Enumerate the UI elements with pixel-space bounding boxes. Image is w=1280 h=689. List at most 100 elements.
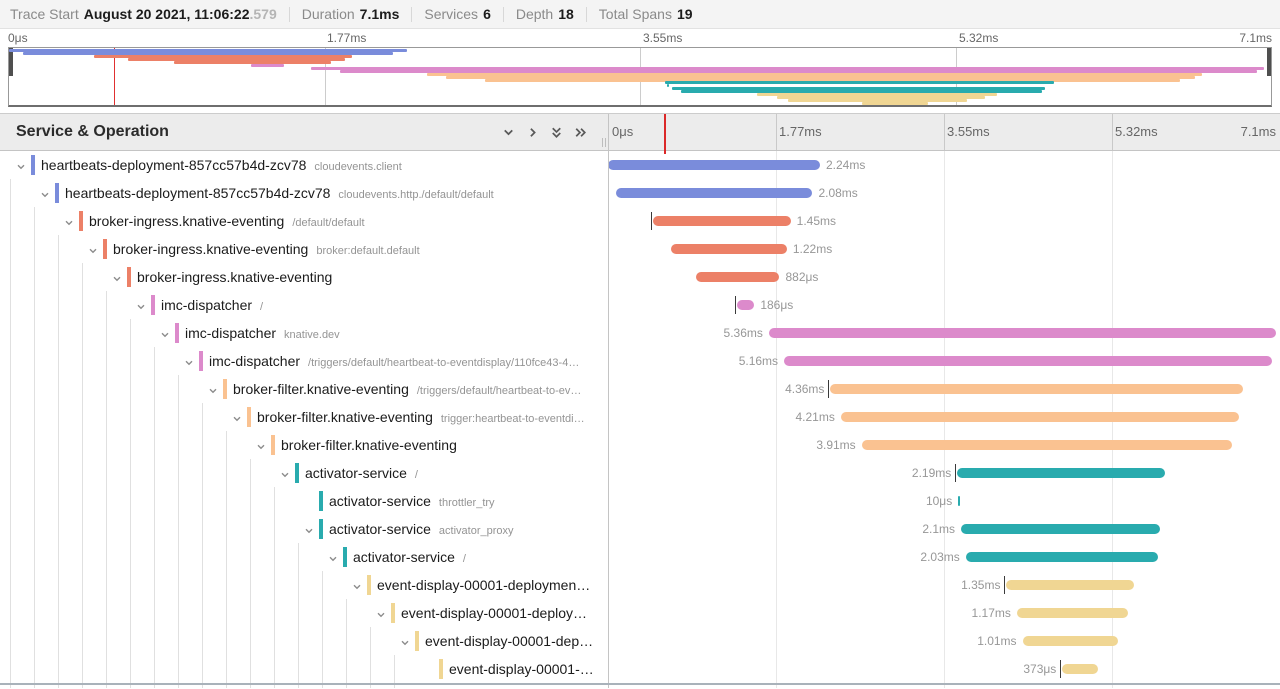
viewport-handle-right[interactable] — [1267, 48, 1271, 76]
span-tree-cell[interactable]: heartbeats-deployment-857cc57b4d-zcv78cl… — [0, 151, 608, 179]
chevron-down-icon[interactable] — [15, 160, 27, 178]
span-duration-bar[interactable] — [1017, 608, 1128, 618]
span-tree-cell[interactable]: broker-filter.knative-eventing — [0, 431, 608, 459]
viewport-handle-left[interactable] — [9, 48, 13, 76]
span-tree-cell[interactable]: broker-filter.knative-eventingtrigger:he… — [0, 403, 608, 431]
span-duration-bar[interactable] — [961, 524, 1160, 534]
span-tree-cell[interactable]: event-display-00001-deploy… — [0, 599, 608, 627]
span-row[interactable]: activator-servicethrottler_try10μs — [0, 487, 1280, 515]
span-row[interactable]: broker-filter.knative-eventingtrigger:he… — [0, 403, 1280, 431]
span-bar-cell[interactable]: 1.35ms — [608, 571, 1280, 599]
span-tree-cell[interactable]: broker-ingress.knative-eventing — [0, 263, 608, 291]
span-row[interactable]: broker-filter.knative-eventing/triggers/… — [0, 375, 1280, 403]
span-duration-bar[interactable] — [966, 552, 1158, 562]
span-row[interactable]: broker-filter.knative-eventing3.91ms — [0, 431, 1280, 459]
span-duration-bar[interactable] — [608, 160, 820, 170]
span-duration-bar[interactable] — [696, 272, 779, 282]
expand-one-icon[interactable] — [525, 125, 540, 140]
collapse-one-icon[interactable] — [501, 125, 516, 140]
chevron-down-icon[interactable] — [207, 384, 219, 402]
span-bar-cell[interactable]: 5.16ms — [608, 347, 1280, 375]
span-duration-bar[interactable] — [830, 384, 1243, 394]
span-bar-cell[interactable]: 882μs — [608, 263, 1280, 291]
span-tree-cell[interactable]: broker-filter.knative-eventing/triggers/… — [0, 375, 608, 403]
chevron-down-icon[interactable] — [255, 440, 267, 458]
span-duration-bar[interactable] — [616, 188, 813, 198]
span-duration-bar[interactable] — [769, 328, 1276, 338]
span-duration-bar[interactable] — [841, 412, 1239, 422]
span-bar-cell[interactable]: 2.1ms — [608, 515, 1280, 543]
span-row[interactable]: heartbeats-deployment-857cc57b4d-zcv78cl… — [0, 151, 1280, 179]
span-row[interactable]: heartbeats-deployment-857cc57b4d-zcv78cl… — [0, 179, 1280, 207]
span-duration-bar[interactable] — [1023, 636, 1119, 646]
span-tree-cell[interactable]: broker-ingress.knative-eventing/default/… — [0, 207, 608, 235]
span-row[interactable]: event-display-00001-deploy…1.17ms — [0, 599, 1280, 627]
span-row[interactable]: imc-dispatcher/186μs — [0, 291, 1280, 319]
span-bar-cell[interactable]: 2.08ms — [608, 179, 1280, 207]
chevron-down-icon[interactable] — [135, 300, 147, 318]
span-row[interactable]: broker-ingress.knative-eventing882μs — [0, 263, 1280, 291]
span-row[interactable]: imc-dispatcher/triggers/default/heartbea… — [0, 347, 1280, 375]
span-bar-cell[interactable]: 1.22ms — [608, 235, 1280, 263]
span-tree-cell[interactable]: activator-service/ — [0, 543, 608, 571]
span-duration-bar[interactable] — [1062, 664, 1097, 674]
span-duration-bar[interactable] — [958, 496, 960, 506]
span-tree-cell[interactable]: event-display-00001-… — [0, 655, 608, 683]
span-duration-bar[interactable] — [957, 468, 1164, 478]
span-bar-cell[interactable]: 2.24ms — [608, 151, 1280, 179]
expand-all-icon[interactable] — [573, 125, 588, 140]
chevron-down-icon[interactable] — [231, 412, 243, 430]
chevron-down-icon[interactable] — [351, 580, 363, 598]
chevron-down-icon[interactable] — [87, 244, 99, 262]
span-row[interactable]: event-display-00001-dep…1.01ms — [0, 627, 1280, 655]
collapse-all-icon[interactable] — [549, 125, 564, 140]
span-tree-cell[interactable]: activator-service/ — [0, 459, 608, 487]
span-duration-bar[interactable] — [653, 216, 790, 226]
panel-resizer-grip[interactable] — [602, 138, 606, 147]
span-duration-bar[interactable] — [671, 244, 786, 254]
span-bar-cell[interactable]: 1.45ms — [608, 207, 1280, 235]
span-bar-cell[interactable]: 186μs — [608, 291, 1280, 319]
span-bar-cell[interactable]: 5.36ms — [608, 319, 1280, 347]
span-bar-cell[interactable]: 373μs — [608, 655, 1280, 683]
span-row[interactable]: event-display-00001-…373μs — [0, 655, 1280, 683]
chevron-down-icon[interactable] — [63, 216, 75, 234]
chevron-down-icon[interactable] — [159, 328, 171, 346]
span-bar-cell[interactable]: 2.19ms — [608, 459, 1280, 487]
span-row[interactable]: broker-ingress.knative-eventing/default/… — [0, 207, 1280, 235]
chevron-down-icon[interactable] — [399, 636, 411, 654]
span-tree-cell[interactable]: imc-dispatcherknative.dev — [0, 319, 608, 347]
chevron-down-icon[interactable] — [327, 552, 339, 570]
span-duration-bar[interactable] — [784, 356, 1272, 366]
chevron-down-icon[interactable] — [183, 356, 195, 374]
span-bar-cell[interactable]: 2.03ms — [608, 543, 1280, 571]
span-tree-cell[interactable]: imc-dispatcher/ — [0, 291, 608, 319]
span-tree-cell[interactable]: event-display-00001-dep… — [0, 627, 608, 655]
chevron-down-icon[interactable] — [39, 188, 51, 206]
span-bar-cell[interactable]: 3.91ms — [608, 431, 1280, 459]
span-row[interactable]: activator-service/2.19ms — [0, 459, 1280, 487]
span-duration-bar[interactable] — [1006, 580, 1134, 590]
minimap-canvas[interactable] — [8, 47, 1272, 107]
span-row[interactable]: broker-ingress.knative-eventingbroker:de… — [0, 235, 1280, 263]
chevron-down-icon[interactable] — [375, 608, 387, 626]
span-row[interactable]: imc-dispatcherknative.dev5.36ms — [0, 319, 1280, 347]
span-bar-cell[interactable]: 4.21ms — [608, 403, 1280, 431]
span-tree-cell[interactable]: event-display-00001-deploymen… — [0, 571, 608, 599]
span-tree-cell[interactable]: broker-ingress.knative-eventingbroker:de… — [0, 235, 608, 263]
span-bar-cell[interactable]: 4.36ms — [608, 375, 1280, 403]
chevron-down-icon[interactable] — [279, 468, 291, 486]
span-row[interactable]: event-display-00001-deploymen…1.35ms — [0, 571, 1280, 599]
span-row[interactable]: activator-serviceactivator_proxy2.1ms — [0, 515, 1280, 543]
span-tree-cell[interactable]: heartbeats-deployment-857cc57b4d-zcv78cl… — [0, 179, 608, 207]
span-bar-cell[interactable]: 1.01ms — [608, 627, 1280, 655]
panel-divider[interactable] — [608, 114, 609, 688]
chevron-down-icon[interactable] — [111, 272, 123, 290]
span-tree-cell[interactable]: activator-servicethrottler_try — [0, 487, 608, 515]
span-duration-bar[interactable] — [737, 300, 755, 310]
span-bar-cell[interactable]: 10μs — [608, 487, 1280, 515]
span-row[interactable]: activator-service/2.03ms — [0, 543, 1280, 571]
chevron-down-icon[interactable] — [303, 524, 315, 542]
span-duration-bar[interactable] — [862, 440, 1232, 450]
span-tree-cell[interactable]: imc-dispatcher/triggers/default/heartbea… — [0, 347, 608, 375]
